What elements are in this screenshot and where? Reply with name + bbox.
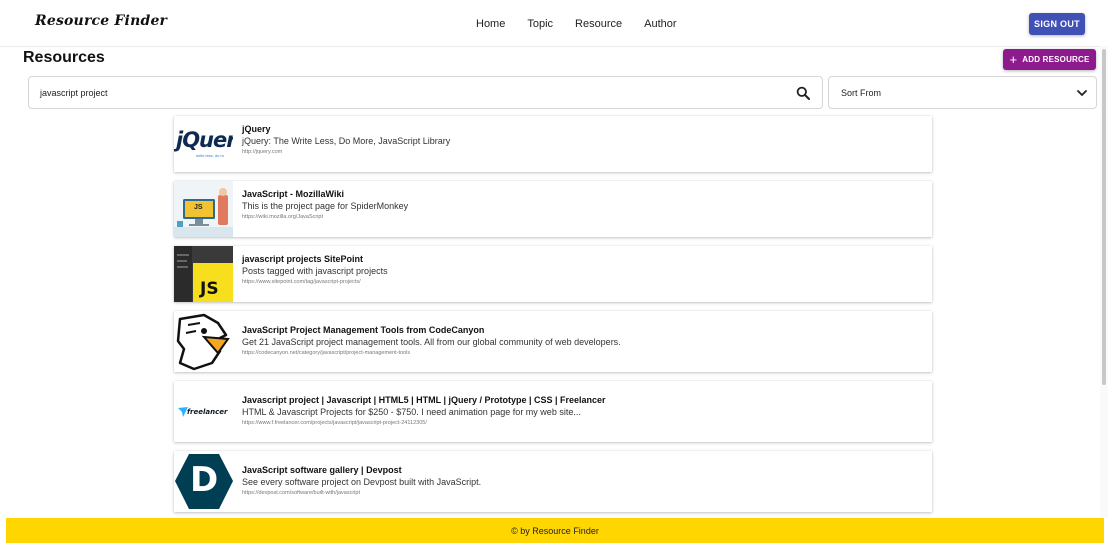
add-resource-button[interactable]: + ADD RESOURCE: [1003, 49, 1096, 70]
result-card-mozillawiki[interactable]: JS JavaScript - MozillaWiki This is the …: [174, 181, 932, 237]
page-title: Resources: [23, 49, 105, 66]
main-nav: Home Topic Resource Author: [476, 18, 699, 30]
result-card-codecanyon[interactable]: JavaScript Project Management Tools from…: [174, 311, 932, 372]
sort-select-value: Sort From: [841, 88, 882, 98]
nav-author[interactable]: Author: [644, 18, 676, 30]
search-input-value: javascript project: [40, 88, 108, 98]
sort-select[interactable]: Sort From: [828, 76, 1097, 109]
result-url[interactable]: https://wiki.mozilla.org/JavaScript: [242, 214, 323, 220]
add-resource-label: ADD RESOURCE: [1022, 55, 1090, 64]
result-url[interactable]: https://codecanyon.net/category/javascri…: [242, 350, 410, 356]
search-icon[interactable]: [796, 86, 810, 100]
jquery-logo: jQuer write less, do m: [176, 128, 233, 158]
eagle-head-icon: [174, 311, 233, 372]
monitor-illustration-icon: [174, 181, 233, 237]
result-description: Get 21 JavaScript project management too…: [242, 337, 621, 347]
scrollbar-thumb[interactable]: [1102, 49, 1106, 385]
result-description: Posts tagged with javascript projects: [242, 266, 388, 276]
result-title[interactable]: Javascript project | Javascript | HTML5 …: [242, 395, 606, 405]
result-card-sitepoint[interactable]: JS javascript projects SitePoint Posts t…: [174, 246, 932, 302]
result-description: This is the project page for SpiderMonke…: [242, 201, 409, 211]
result-description: jQuery: The Write Less, Do More, JavaScr…: [242, 136, 451, 146]
brand-logo[interactable]: Resource Finder: [35, 13, 167, 29]
sign-out-button[interactable]: SIGN OUT: [1029, 13, 1085, 35]
search-input[interactable]: javascript project: [28, 76, 823, 109]
result-url[interactable]: https://www.f.freelancer.com/projects/ja…: [242, 420, 427, 426]
plus-icon: +: [1009, 52, 1018, 67]
nav-home[interactable]: Home: [476, 18, 505, 30]
footer: © by Resource Finder: [6, 518, 1104, 543]
result-description: See every software project on Devpost bu…: [242, 477, 482, 487]
result-title[interactable]: JavaScript software gallery | Devpost: [242, 465, 402, 475]
result-title[interactable]: javascript projects SitePoint: [242, 254, 363, 264]
devpost-logo: D: [174, 451, 233, 512]
chevron-down-icon: [1077, 90, 1087, 96]
result-title[interactable]: JavaScript Project Management Tools from…: [242, 325, 484, 335]
nav-resource[interactable]: Resource: [575, 18, 622, 30]
sitepoint-thumbnail: JS: [174, 246, 233, 302]
freelancer-logo: freelancer: [174, 381, 233, 442]
nav-topic[interactable]: Topic: [527, 18, 553, 30]
result-title[interactable]: jQuery: [242, 124, 271, 134]
result-title[interactable]: JavaScript - MozillaWiki: [242, 189, 344, 199]
result-card-devpost[interactable]: D JavaScript software gallery | Devpost …: [174, 451, 932, 512]
top-app-bar: Resource Finder Home Topic Resource Auth…: [0, 0, 1108, 47]
result-card-freelancer[interactable]: freelancer Javascript project | Javascri…: [174, 381, 932, 442]
mozillawiki-thumbnail: JS: [174, 181, 233, 237]
result-url[interactable]: https://devpost.com/software/built-with/…: [242, 490, 360, 496]
result-card-jquery[interactable]: jQuer write less, do m jQuery jQuery: Th…: [174, 116, 932, 172]
page-scrollbar[interactable]: [1100, 46, 1108, 518]
codecanyon-logo: [174, 311, 233, 372]
result-url[interactable]: https://www.sitepoint.com/tag/javascript…: [242, 279, 361, 285]
result-description: HTML & Javascript Projects for $250 - $7…: [242, 407, 581, 417]
footer-text: © by Resource Finder: [511, 525, 599, 536]
result-url[interactable]: http://jquery.com: [242, 149, 282, 155]
